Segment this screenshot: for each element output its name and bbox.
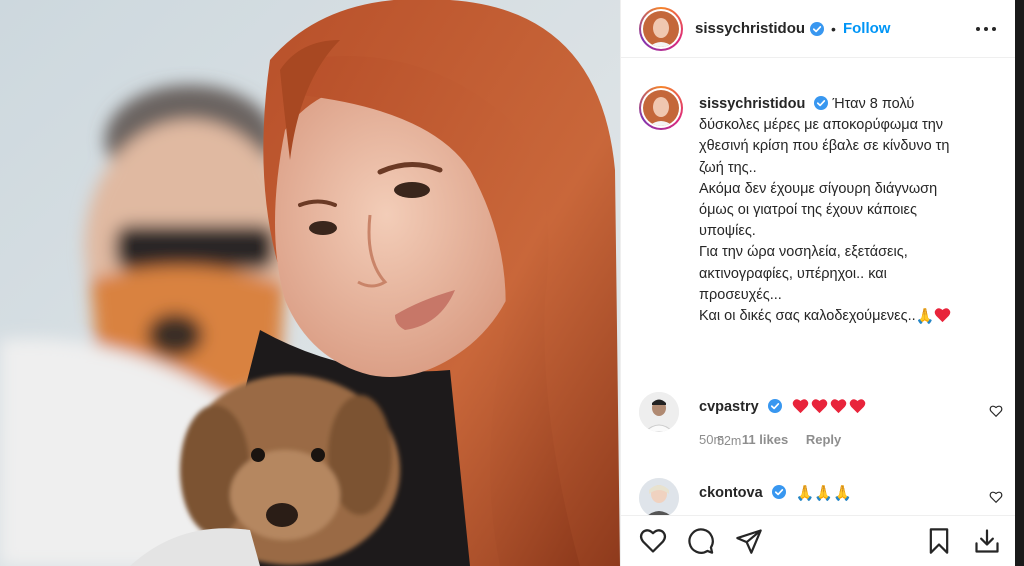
praying-hands-emoji: 🙏 bbox=[915, 308, 935, 326]
praying-hands-emoji: 🙏 bbox=[814, 485, 834, 502]
commenter-username[interactable]: cvpastry bbox=[699, 399, 759, 415]
comment-timestamp[interactable]: 50m bbox=[699, 432, 724, 447]
verified-badge-icon bbox=[767, 399, 782, 413]
follow-button[interactable]: Follow bbox=[843, 20, 891, 37]
comment-likes-count[interactable]: 11 likes bbox=[742, 432, 788, 447]
comment-like-heart-icon[interactable] bbox=[989, 404, 1003, 418]
bookmark-icon[interactable] bbox=[925, 527, 953, 555]
author-avatar[interactable] bbox=[639, 6, 683, 51]
praying-hands-emoji: 🙏 bbox=[795, 485, 815, 502]
caption-line: όμως οι γιατροί της έχουν κάποιες bbox=[699, 202, 917, 219]
post-action-bar bbox=[621, 515, 1016, 566]
red-heart-emoji bbox=[811, 399, 828, 414]
author-username[interactable]: sissychristidou bbox=[695, 20, 805, 37]
more-options-icon[interactable] bbox=[974, 17, 998, 41]
heart-icon[interactable] bbox=[639, 527, 667, 555]
praying-hands-emoji: 🙏 bbox=[833, 485, 852, 502]
commenter-username[interactable]: ckontova bbox=[699, 485, 763, 501]
caption-last-line: Και οι δικές σας καλοδεχούμενες..🙏 bbox=[699, 306, 999, 327]
post-side-panel: sissychristidou • Follow sissychristidou… bbox=[620, 0, 1016, 566]
red-heart-emoji bbox=[792, 399, 809, 414]
comment-body: 🙏🙏🙏 bbox=[795, 485, 852, 502]
verified-badge-icon bbox=[771, 485, 786, 499]
caption-line: δύσκολες μέρες με αποκορύφωμα την bbox=[699, 117, 944, 134]
comment-content: cvpastry bbox=[699, 398, 868, 415]
caption-line: Ήταν 8 πολύ bbox=[832, 96, 915, 112]
post-header: sissychristidou • Follow bbox=[621, 0, 1016, 58]
window-edge bbox=[1015, 0, 1024, 566]
download-icon[interactable] bbox=[973, 527, 1001, 555]
instagram-post-viewer: sissychristidou • Follow sissychristidou… bbox=[0, 0, 1024, 566]
caption-line: υποψίες. bbox=[699, 223, 756, 240]
reply-button[interactable]: Reply bbox=[806, 432, 841, 447]
commenter-avatar[interactable] bbox=[639, 392, 679, 432]
caption-line: Ακόμα δεν έχουμε σίγουρη διάγνωση bbox=[699, 180, 938, 197]
caption-first-line: sissychristidou Ήταν 8 πολύ bbox=[699, 94, 999, 115]
caption-line: ακτινογραφίες, υπέρηχοι.. και bbox=[699, 265, 887, 282]
paper-plane-icon[interactable] bbox=[735, 527, 763, 555]
comment-bubble-icon[interactable] bbox=[687, 527, 715, 555]
separator-dot: • bbox=[831, 20, 836, 37]
commenter-avatar[interactable] bbox=[639, 478, 679, 518]
caption-line: ζωή της.. bbox=[699, 159, 757, 176]
comment-content: ckontova 🙏🙏🙏 bbox=[699, 484, 852, 502]
comment-meta: 50m 11 likes Reply bbox=[699, 432, 841, 447]
post-photo-illustration bbox=[0, 0, 620, 566]
caption-username[interactable]: sissychristidou bbox=[699, 96, 805, 112]
caption-line: Για την ώρα νοσηλεία, εξετάσεις, bbox=[699, 244, 908, 261]
caption-author-avatar[interactable] bbox=[639, 86, 683, 130]
red-heart-emoji bbox=[849, 399, 866, 414]
caption-line: προσευχές... bbox=[699, 286, 782, 303]
caption-text: sissychristidou Ήταν 8 πολύ δύσκολες μέρ… bbox=[699, 94, 999, 327]
verified-badge-icon bbox=[810, 21, 825, 36]
red-heart-emoji bbox=[935, 308, 951, 323]
caption-line: Και οι δικές σας καλοδεχούμενες.. bbox=[699, 308, 916, 325]
comment-body bbox=[792, 399, 868, 415]
comment-like-heart-icon[interactable] bbox=[989, 490, 1003, 504]
post-photo[interactable] bbox=[0, 0, 620, 566]
caption-line: χθεσινή κρίση που έβαλε σε κίνδυνο τη bbox=[699, 138, 950, 155]
verified-badge-icon bbox=[814, 96, 829, 110]
red-heart-emoji bbox=[830, 399, 847, 414]
